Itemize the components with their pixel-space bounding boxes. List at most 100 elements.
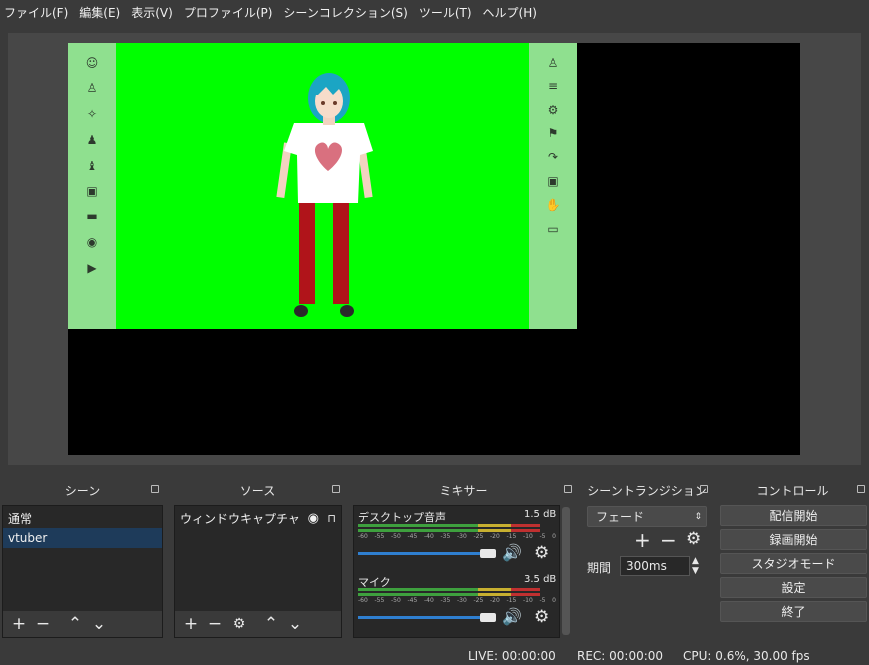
sources-dock-title: ソース	[171, 478, 344, 502]
sources-toolbar: + − ⚙ ⌃ ⌄	[175, 611, 341, 637]
pose-icon[interactable]: ♙	[82, 80, 102, 96]
sofa-icon[interactable]: ▬	[82, 208, 102, 224]
book-icon[interactable]: ▭	[543, 221, 563, 237]
scenes-title: シーン	[64, 483, 101, 498]
tick-label: -60	[358, 533, 368, 540]
user-settings-icon[interactable]: ♝	[82, 158, 102, 174]
channel-db: 3.5 dB	[524, 574, 557, 585]
face-icon[interactable]: ☺	[82, 55, 102, 71]
controls-title: コントロール	[756, 483, 829, 498]
scenes-dock: 通常 vtuber + − ⌃ ⌄	[2, 505, 163, 638]
portrait-icon[interactable]: ▣	[543, 173, 563, 189]
menu-bar: ファイル(F) 編集(E) 表示(V) プロファイル(P) シーンコレクション(…	[0, 0, 869, 24]
channel-db: 1.5 dB	[524, 509, 557, 520]
meter-bar-1	[358, 588, 541, 591]
wand-icon[interactable]: ✧	[82, 106, 102, 122]
add-source-button[interactable]: +	[179, 613, 203, 635]
volume-slider-handle[interactable]	[480, 613, 496, 622]
meter-bar-2	[358, 529, 541, 532]
speaker-icon[interactable]: 🔊	[502, 543, 522, 562]
tick-label: -15	[506, 597, 517, 604]
float-icon[interactable]	[700, 485, 708, 493]
tick-label: -45	[407, 597, 418, 604]
tick-label: -60	[358, 597, 368, 604]
gear-icon[interactable]: ⚙	[534, 607, 549, 627]
transitions-dock-title: シーントランジション	[582, 478, 712, 502]
tick-label: -35	[440, 597, 451, 604]
tick-label: -25	[473, 533, 484, 540]
list-item[interactable]: ウィンドウキャプチャ ◉ ⊓	[175, 508, 341, 528]
mixer-scrollbar[interactable]	[562, 507, 570, 635]
studio-mode-button[interactable]: スタジオモード	[720, 553, 867, 574]
exit-button[interactable]: 終了	[720, 601, 867, 622]
status-bar: LIVE: 00:00:00 REC: 00:00:00 CPU: 0.6%, …	[0, 645, 869, 665]
tick-label: -5	[539, 597, 546, 604]
mixer-title: ミキサー	[439, 483, 488, 498]
video-camera-icon[interactable]: ▶	[82, 260, 102, 276]
flag-icon[interactable]: ⚑	[543, 125, 563, 141]
volume-slider[interactable]	[358, 552, 496, 555]
group-icon[interactable]: ♟	[82, 132, 102, 148]
list-item-selected[interactable]: vtuber	[3, 528, 162, 548]
move-up-button[interactable]: ⌃	[63, 613, 87, 635]
duration-value: 300ms	[626, 559, 667, 573]
tick-label: -20	[490, 597, 500, 604]
gear-icon[interactable]: ⚙	[227, 613, 251, 635]
tick-label: -50	[391, 533, 401, 540]
duration-input[interactable]: 300ms	[620, 556, 690, 576]
eye-icon[interactable]: ◉	[308, 511, 319, 526]
hand-icon[interactable]: ✋	[543, 197, 563, 213]
tick-label: -45	[407, 533, 418, 540]
gear-icon[interactable]: ⚙	[534, 543, 549, 563]
menu-profile[interactable]: プロファイル(P)	[180, 4, 277, 21]
transition-select[interactable]: フェード ⇕	[587, 506, 707, 527]
gear-icon[interactable]: ⚙	[686, 529, 701, 549]
float-icon[interactable]	[857, 485, 865, 493]
live-timer: LIVE: 00:00:00	[468, 649, 556, 663]
cpu-fps: CPU: 0.6%, 30.00 fps	[683, 649, 810, 663]
menu-view[interactable]: 表示(V)	[127, 4, 177, 21]
tick-label: -15	[506, 533, 517, 540]
window-capture-preview[interactable]	[68, 43, 577, 329]
settings-button[interactable]: 設定	[720, 577, 867, 598]
list-item[interactable]: 通常	[3, 508, 162, 528]
source-name: ウィンドウキャプチャ	[180, 511, 300, 526]
volume-slider[interactable]	[358, 616, 496, 619]
move-down-button[interactable]: ⌄	[87, 613, 111, 635]
vtuber-left-toolbar: ☺ ♙ ✧ ♟ ♝ ▣ ▬ ◉ ▶	[68, 43, 116, 329]
add-transition-button[interactable]: +	[634, 528, 651, 552]
remove-source-button[interactable]: −	[203, 613, 227, 635]
add-scene-button[interactable]: +	[7, 613, 31, 635]
rotate-icon[interactable]: ↷	[543, 149, 563, 165]
start-recording-button[interactable]: 録画開始	[720, 529, 867, 550]
float-icon[interactable]	[564, 485, 572, 493]
duration-stepper[interactable]: ▲ ▼	[692, 556, 699, 576]
remove-transition-button[interactable]: −	[660, 528, 677, 552]
tick-label: -55	[374, 533, 385, 540]
menu-scene-collection[interactable]: シーンコレクション(S)	[279, 4, 411, 21]
menu-edit[interactable]: 編集(E)	[75, 4, 124, 21]
camera-icon[interactable]: ◉	[82, 234, 102, 250]
tick-label: -10	[523, 533, 533, 540]
rec-timer: REC: 00:00:00	[577, 649, 664, 663]
lock-icon[interactable]: ⊓	[327, 512, 336, 525]
float-icon[interactable]	[332, 485, 340, 493]
remove-scene-button[interactable]: −	[31, 613, 55, 635]
menu-tools[interactable]: ツール(T)	[415, 4, 476, 21]
menu-file[interactable]: ファイル(F)	[0, 4, 72, 21]
meter-scale: -60 -55 -50 -45 -40 -35 -30 -25 -20 -15 -10 -5 0	[358, 597, 556, 604]
gear-icon[interactable]: ⚙	[543, 102, 563, 118]
start-streaming-button[interactable]: 配信開始	[720, 505, 867, 526]
float-icon[interactable]	[151, 485, 159, 493]
person-icon[interactable]: ♙	[543, 55, 563, 71]
menu-help[interactable]: ヘルプ(H)	[479, 4, 541, 21]
volume-slider-handle[interactable]	[480, 549, 496, 558]
meter-bar-2	[358, 593, 541, 596]
chevron-updown-icon: ⇕	[694, 511, 702, 522]
meter-scale: -60 -55 -50 -45 -40 -35 -30 -25 -20 -15 -10 -5 0	[358, 533, 556, 540]
move-up-button[interactable]: ⌃	[259, 613, 283, 635]
image-icon[interactable]: ▣	[82, 183, 102, 199]
speaker-icon[interactable]: 🔊	[502, 607, 522, 626]
sliders-icon[interactable]: ≡	[543, 78, 563, 94]
move-down-button[interactable]: ⌄	[283, 613, 307, 635]
